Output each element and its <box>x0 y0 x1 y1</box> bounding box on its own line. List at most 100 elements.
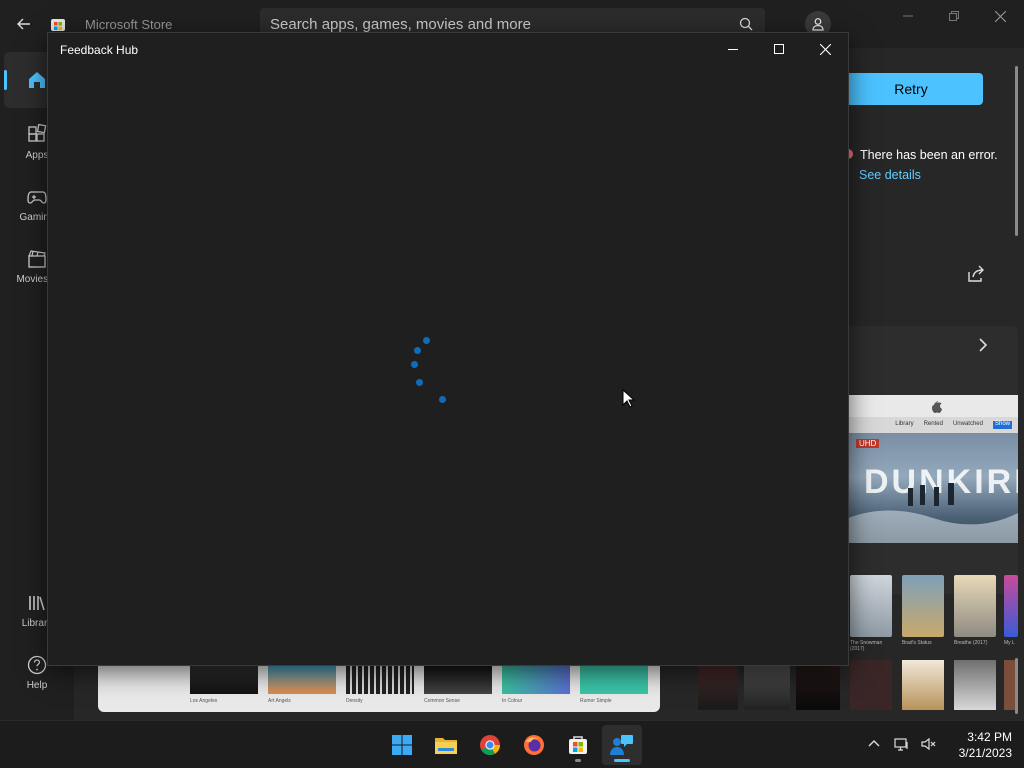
poster-caption: The Snowman (2017) <box>850 640 883 652</box>
album-cover[interactable] <box>796 660 840 710</box>
restore-icon <box>949 11 959 21</box>
back-arrow-icon <box>17 18 30 30</box>
microsoft-store-icon <box>569 736 587 754</box>
poster-caption: My L <box>1004 640 1015 646</box>
network-icon[interactable] <box>894 736 910 752</box>
apple-tab: Unwatched <box>952 421 983 427</box>
close-icon <box>819 43 831 55</box>
chevron-up-icon[interactable] <box>866 736 882 752</box>
album-thumb[interactable] <box>424 664 492 694</box>
album-caption: Rumor Simple <box>580 698 612 704</box>
taskbar-feedback-hub[interactable] <box>602 725 642 765</box>
apple-tab: Rented <box>923 421 943 427</box>
album-caption: Los Angeles <box>190 698 218 704</box>
apps-icon <box>28 123 47 142</box>
taskbar-microsoft-store[interactable] <box>558 725 598 765</box>
minimize-icon <box>903 15 913 17</box>
start-icon <box>392 735 412 755</box>
firefox-icon <box>524 735 544 755</box>
volume-muted-icon[interactable] <box>920 736 936 752</box>
album-cover[interactable] <box>698 660 738 710</box>
nav-help-label: Help <box>26 679 48 691</box>
music-poster-row <box>694 660 844 712</box>
movie-poster[interactable] <box>902 660 944 710</box>
apple-tab: Show <box>992 421 1012 429</box>
album-thumb[interactable] <box>346 664 414 694</box>
feedback-hub-icon <box>610 735 633 755</box>
vertical-scrollbar-lower[interactable] <box>1015 658 1018 714</box>
library-icon <box>29 595 45 610</box>
clock-date: 3/21/2023 <box>958 746 1012 760</box>
album-thumb[interactable] <box>580 664 648 694</box>
store-app-title: Microsoft Store <box>85 17 173 32</box>
close-icon <box>994 10 1006 22</box>
poster-caption: Breathe (2017) <box>954 640 988 646</box>
movie-poster[interactable] <box>850 575 892 637</box>
vertical-scrollbar[interactable] <box>1015 66 1018 236</box>
taskbar-chrome[interactable] <box>470 725 510 765</box>
mouse-cursor-icon <box>622 389 636 408</box>
album-thumb[interactable] <box>268 664 336 694</box>
chevron-right-icon[interactable] <box>974 336 992 354</box>
movie-poster[interactable] <box>902 575 944 637</box>
home-icon <box>29 72 45 88</box>
spinner-dot <box>439 396 446 403</box>
file-explorer-icon <box>435 738 457 754</box>
store-logo-icon <box>51 19 65 31</box>
gamepad-icon <box>27 190 47 204</box>
movie-poster[interactable] <box>1004 575 1018 637</box>
active-indicator <box>614 759 630 762</box>
see-details-link[interactable]: See details <box>859 168 921 182</box>
movie-poster[interactable] <box>954 575 996 637</box>
spinner-dot <box>416 379 423 386</box>
spinner-dot <box>414 347 421 354</box>
feedback-maximize-button[interactable] <box>756 33 802 65</box>
chrome-icon <box>480 735 501 756</box>
store-minimize-button[interactable] <box>888 6 928 26</box>
loading-spinner <box>408 333 458 408</box>
maximize-icon <box>774 44 784 54</box>
feedback-hub-title: Feedback Hub <box>60 43 139 57</box>
user-icon <box>812 18 824 31</box>
search-icon[interactable] <box>739 17 753 31</box>
nav-apps-label: Apps <box>25 149 49 161</box>
spinner-dot <box>423 337 430 344</box>
apple-logo-icon <box>932 401 942 413</box>
movie-poster[interactable] <box>954 660 996 710</box>
featured-movie-image[interactable]: UHD DUNKIRK <box>848 433 1018 543</box>
taskbar: 3:42 PM 3/21/2023 <box>0 720 1024 768</box>
clapperboard-icon <box>28 249 46 268</box>
movie-poster[interactable] <box>850 660 892 710</box>
search-input[interactable] <box>270 14 730 34</box>
error-message: There has been an error. <box>860 148 998 162</box>
system-clock[interactable]: 3:42 PM 3/21/2023 <box>946 729 1012 761</box>
apple-tv-header <box>848 395 1018 417</box>
store-maximize-button[interactable] <box>934 6 974 26</box>
feedback-minimize-button[interactable] <box>710 33 756 65</box>
apple-tab: Library <box>895 421 914 427</box>
soldiers-silhouette <box>848 483 1018 543</box>
start-button[interactable] <box>382 725 422 765</box>
album-caption: Common Sense <box>424 698 460 704</box>
album-cover[interactable] <box>744 660 790 710</box>
minimize-icon <box>728 49 738 50</box>
taskbar-firefox[interactable] <box>514 725 554 765</box>
music-strip: Los Angeles Art Angels Density Common Se… <box>98 660 660 712</box>
album-thumb[interactable] <box>190 664 258 694</box>
album-caption: Art Angels <box>268 698 291 704</box>
album-caption: In Colour <box>502 698 523 704</box>
album-thumb[interactable] <box>502 664 570 694</box>
apple-tv-tabs: Library Rented Unwatched Show <box>848 417 1018 433</box>
taskbar-file-explorer[interactable] <box>426 725 466 765</box>
share-icon[interactable] <box>964 262 988 286</box>
feedback-close-button[interactable] <box>802 33 848 65</box>
feedback-hub-window: Feedback Hub <box>47 32 849 666</box>
spinner-dot <box>411 361 418 368</box>
help-icon <box>27 655 47 674</box>
retry-button[interactable]: Retry <box>839 73 983 105</box>
store-close-button[interactable] <box>980 6 1020 26</box>
poster-caption: Brad's Status <box>902 640 932 646</box>
running-indicator <box>575 759 581 762</box>
clock-time: 3:42 PM <box>967 730 1012 744</box>
back-button[interactable] <box>12 12 36 36</box>
